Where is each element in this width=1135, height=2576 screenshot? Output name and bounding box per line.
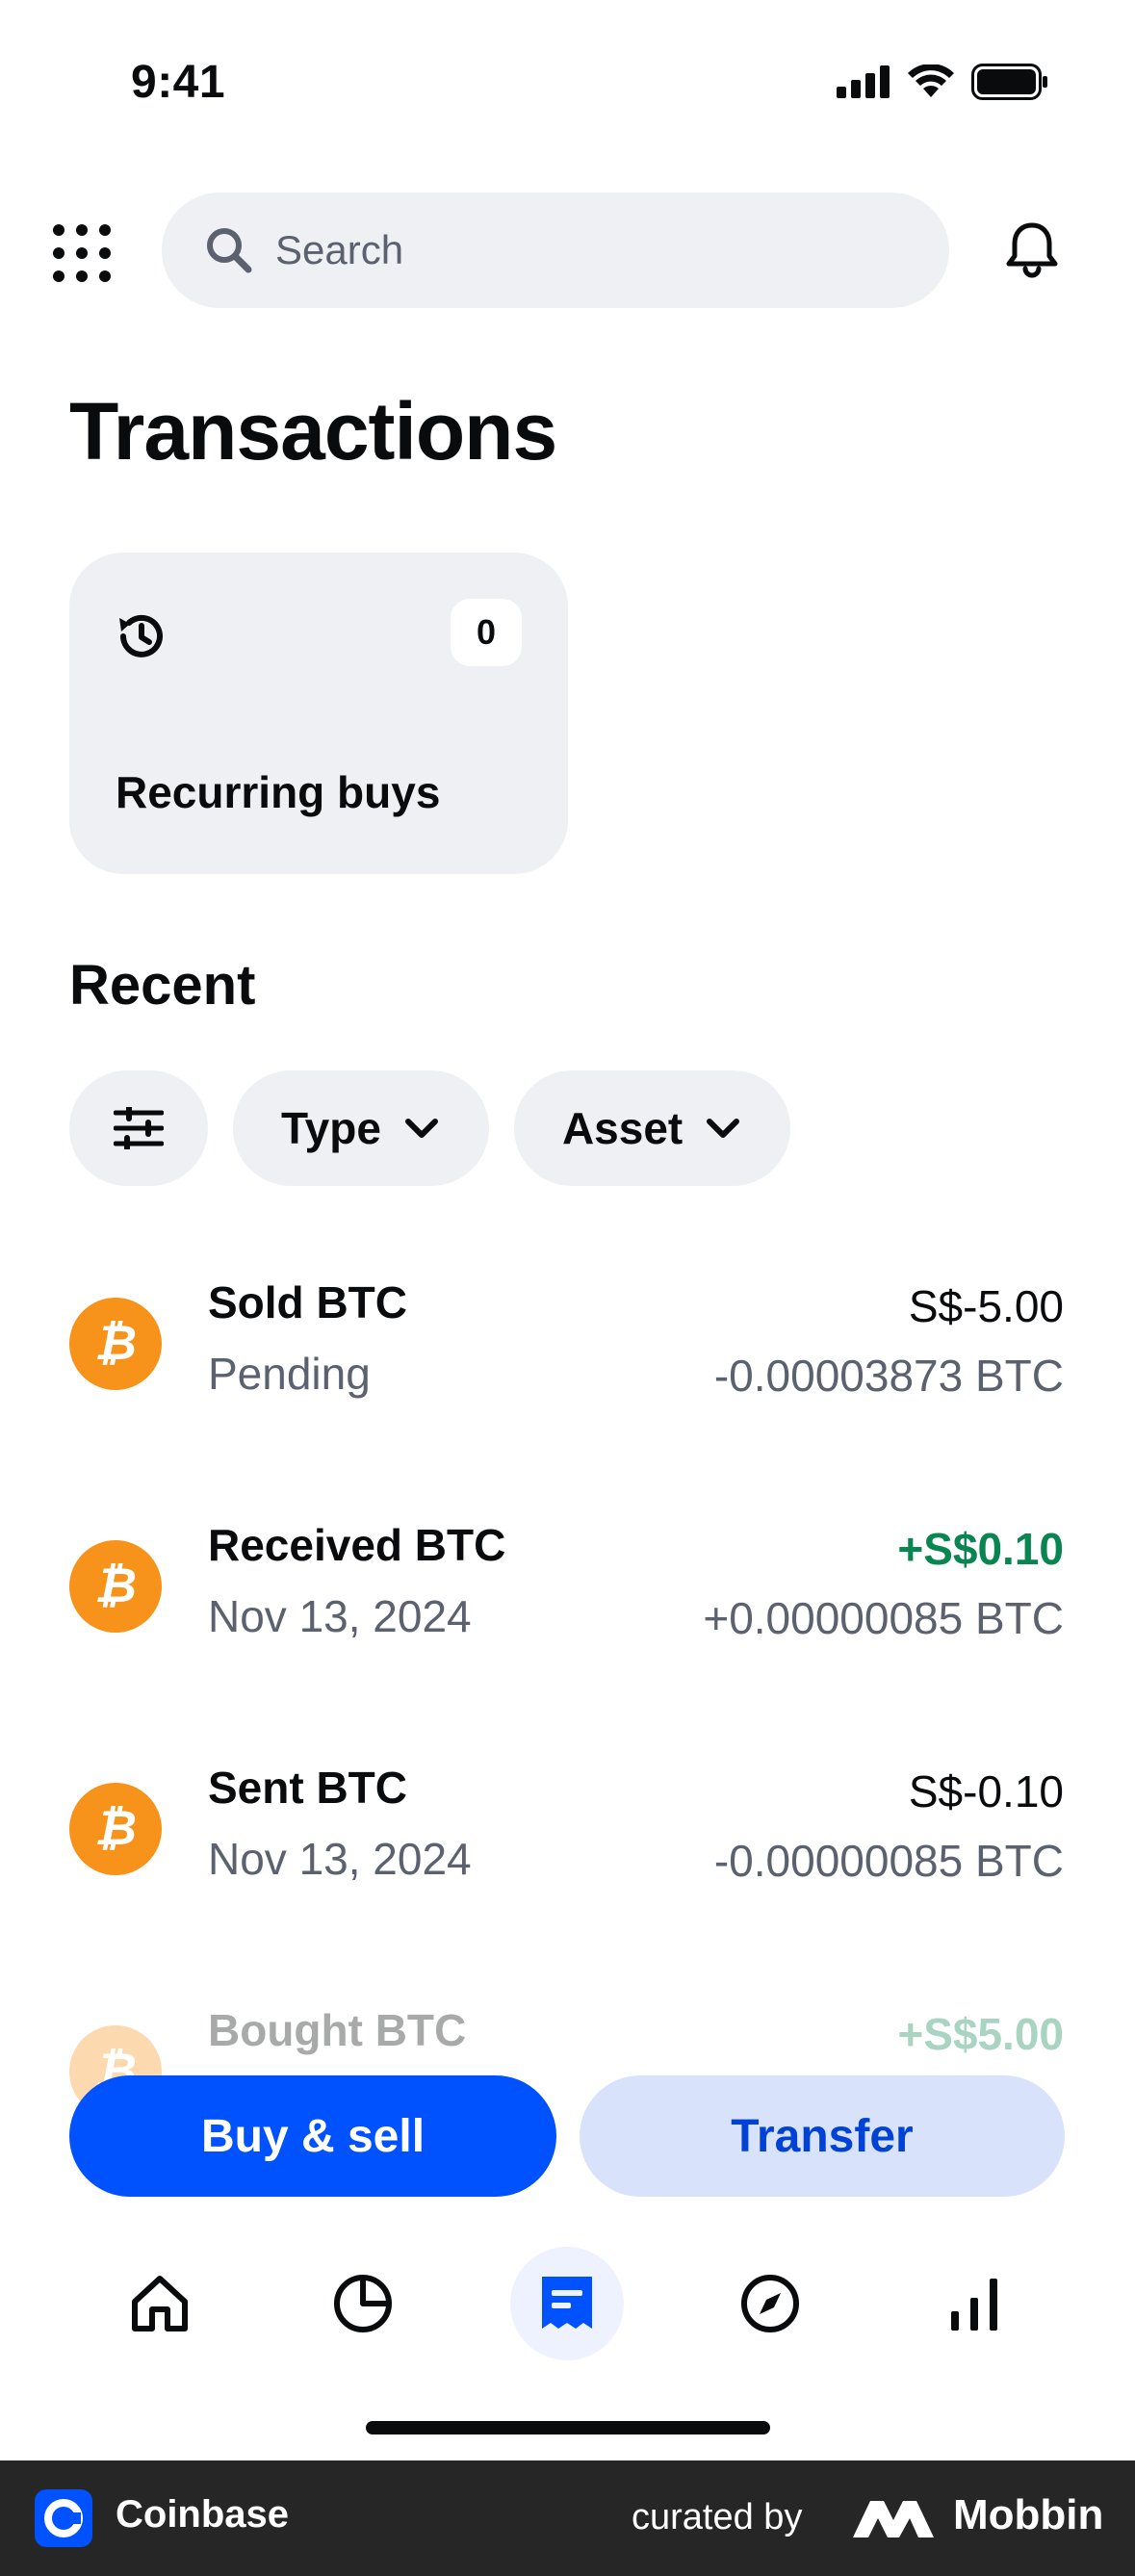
transaction-row[interactable]: ₿ Sold BTC Pending S$-5.00 -0.00003873 B… [0, 1251, 1135, 1494]
bitcoin-icon: ₿ [69, 1540, 162, 1633]
transaction-fiat-amount: +S$0.10 [897, 1524, 1064, 1574]
search-bar[interactable] [162, 193, 949, 308]
status-icons [837, 64, 1048, 100]
explore-compass-icon [741, 2275, 799, 2332]
tab-home[interactable] [103, 2247, 217, 2360]
recurring-count-badge: 0 [451, 599, 522, 666]
bitcoin-icon: ₿ [69, 1783, 162, 1875]
transaction-row[interactable]: ₿ Received BTC Nov 13, 2024 +S$0.10 +0.0… [0, 1494, 1135, 1737]
transfer-button[interactable]: Transfer [580, 2075, 1065, 2197]
bitcoin-icon: ₿ [69, 1298, 162, 1390]
action-buttons: Buy & sell Transfer [0, 2075, 1135, 2199]
coinbase-logo-icon [35, 2489, 92, 2547]
type-filter-label: Type [281, 1103, 381, 1153]
type-filter-dropdown[interactable]: Type [233, 1070, 489, 1186]
transaction-date: Nov 13, 2024 [208, 1834, 472, 1884]
transaction-fiat-amount: +S$5.00 [897, 2009, 1064, 2059]
asset-filter-dropdown[interactable]: Asset [513, 1070, 791, 1186]
transaction-title: Bought BTC [208, 2005, 467, 2055]
filter-settings-button[interactable] [69, 1070, 208, 1186]
search-input[interactable] [275, 227, 853, 273]
wifi-icon [908, 64, 954, 97]
transaction-title: Sent BTC [208, 1763, 407, 1813]
svg-text:₿: ₿ [94, 1558, 137, 1612]
bottom-tab-bar [0, 2243, 1135, 2368]
page-title: Transactions [69, 386, 557, 477]
home-icon [132, 2276, 188, 2331]
footer-app-name: Coinbase [116, 2493, 290, 2536]
transaction-status: Pending [208, 1349, 371, 1399]
transaction-date: Nov 13, 2024 [208, 1591, 472, 1641]
svg-text:₿: ₿ [94, 1316, 137, 1370]
chevron-down-icon [707, 1119, 740, 1138]
portfolio-pie-icon [334, 2275, 392, 2332]
apps-grid-icon[interactable] [48, 219, 116, 287]
transaction-title: Sold BTC [208, 1277, 407, 1327]
recurring-history-icon [119, 614, 163, 657]
battery-icon [971, 64, 1047, 100]
transaction-crypto-amount: -0.00000085 BTC [713, 1836, 1064, 1886]
tab-portfolio[interactable] [306, 2247, 420, 2360]
recent-section-title: Recent [69, 954, 256, 1017]
transactions-receipt-icon [542, 2277, 592, 2329]
filter-chips: Type Asset [69, 1070, 791, 1186]
top-bar [0, 193, 1135, 310]
tab-markets[interactable] [917, 2247, 1031, 2360]
recurring-buys-label: Recurring buys [116, 767, 441, 817]
svg-text:₿: ₿ [94, 1801, 137, 1855]
transaction-crypto-amount: +0.00000085 BTC [703, 1593, 1064, 1643]
transaction-row[interactable]: ₿ Sent BTC Nov 13, 2024 S$-0.10 -0.00000… [0, 1737, 1135, 1979]
tab-transactions[interactable] [510, 2247, 624, 2360]
recurring-buys-card[interactable]: 0 Recurring buys [69, 553, 568, 874]
status-bar: 9:41 [0, 0, 1135, 164]
tab-explore[interactable] [713, 2247, 827, 2360]
search-icon [207, 228, 252, 273]
home-indicator [366, 2421, 770, 2434]
sliders-icon [114, 1107, 164, 1149]
transaction-fiat-amount: S$-5.00 [908, 1281, 1064, 1331]
status-time: 9:41 [131, 57, 226, 108]
chevron-down-icon [404, 1119, 438, 1138]
mobbin-logo-icon [853, 2501, 934, 2537]
buy-sell-button[interactable]: Buy & sell [69, 2075, 556, 2197]
notifications-bell-icon[interactable] [1001, 219, 1063, 281]
asset-filter-label: Asset [561, 1103, 684, 1153]
transaction-title: Received BTC [208, 1520, 506, 1570]
cellular-signal-icon [837, 65, 890, 98]
footer-brand-name: Mobbin [953, 2491, 1104, 2538]
markets-bars-icon [951, 2279, 997, 2331]
transaction-crypto-amount: -0.00003873 BTC [713, 1351, 1064, 1401]
attribution-footer: Coinbase curated by Mobbin [0, 2460, 1135, 2576]
transaction-fiat-amount: S$-0.10 [908, 1766, 1064, 1816]
footer-curated-by: curated by [632, 2497, 803, 2537]
